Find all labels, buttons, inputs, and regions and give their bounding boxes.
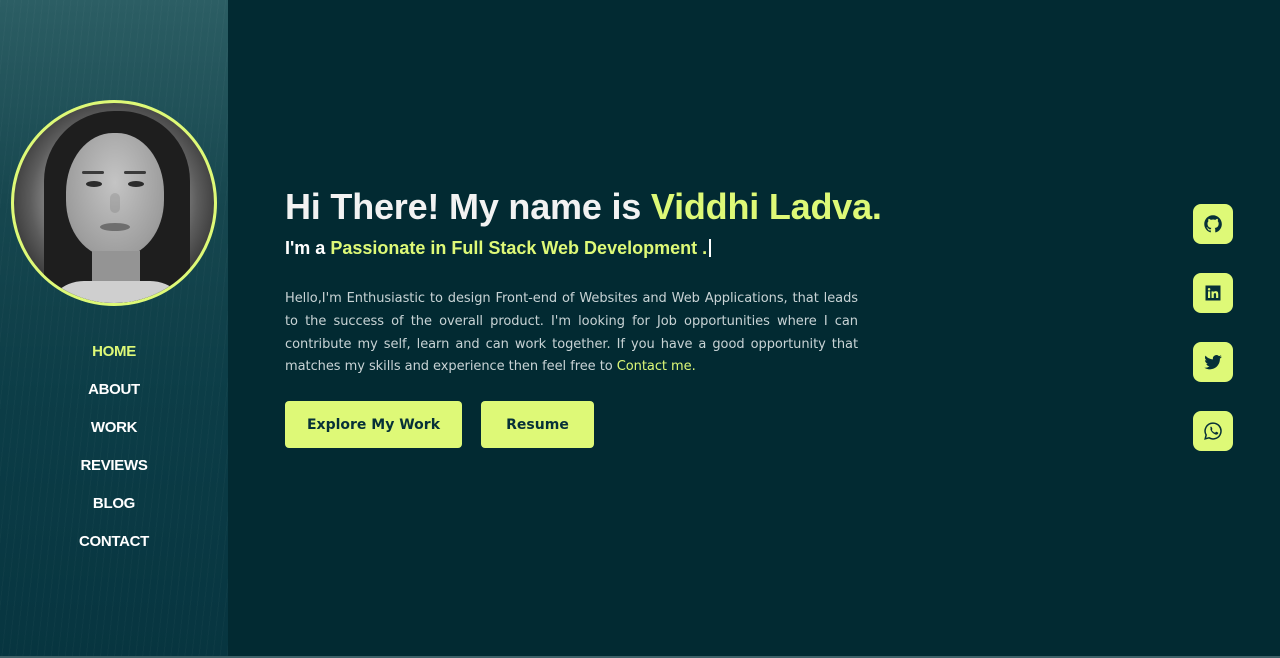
role-prefix: I'm a <box>285 238 331 258</box>
twitter-link[interactable] <box>1193 342 1233 382</box>
hero-greeting: Hi There! My name is Viddhi Ladva. <box>285 186 882 228</box>
nav-item-blog[interactable]: BLOG <box>0 492 228 530</box>
nav-item-home[interactable]: HOME <box>0 340 228 378</box>
greeting-prefix: Hi There! My name is <box>285 186 651 227</box>
linkedin-icon <box>1205 285 1221 301</box>
resume-button[interactable]: Resume <box>481 401 594 448</box>
github-link[interactable] <box>1193 204 1233 244</box>
contact-link[interactable]: Contact me. <box>617 359 696 374</box>
typing-cursor <box>709 239 712 257</box>
nav-item-contact[interactable]: CONTACT <box>0 530 228 568</box>
nav-item-about[interactable]: ABOUT <box>0 378 228 416</box>
nav-item-work[interactable]: WORK <box>0 416 228 454</box>
hero-role: I'm a Passionate in Full Stack Web Devel… <box>285 238 712 259</box>
github-icon <box>1204 215 1222 233</box>
main-nav: HOME ABOUT WORK REVIEWS BLOG CONTACT <box>0 340 228 568</box>
role-text: Passionate in Full Stack Web Development… <box>330 238 708 258</box>
hero-name: Viddhi Ladva. <box>650 186 882 227</box>
whatsapp-icon <box>1204 422 1222 440</box>
hero-section: Hi There! My name is Viddhi Ladva. I'm a… <box>285 0 1165 656</box>
sidebar: HOME ABOUT WORK REVIEWS BLOG CONTACT <box>0 0 228 656</box>
whatsapp-link[interactable] <box>1193 411 1233 451</box>
nav-item-reviews[interactable]: REVIEWS <box>0 454 228 492</box>
hero-bio: Hello,I'm Enthusiastic to design Front-e… <box>285 288 858 379</box>
bio-text: Hello,I'm Enthusiastic to design Front-e… <box>285 291 858 375</box>
twitter-icon <box>1204 355 1222 370</box>
linkedin-link[interactable] <box>1193 273 1233 313</box>
explore-work-button[interactable]: Explore My Work <box>285 401 462 448</box>
avatar <box>11 100 217 306</box>
